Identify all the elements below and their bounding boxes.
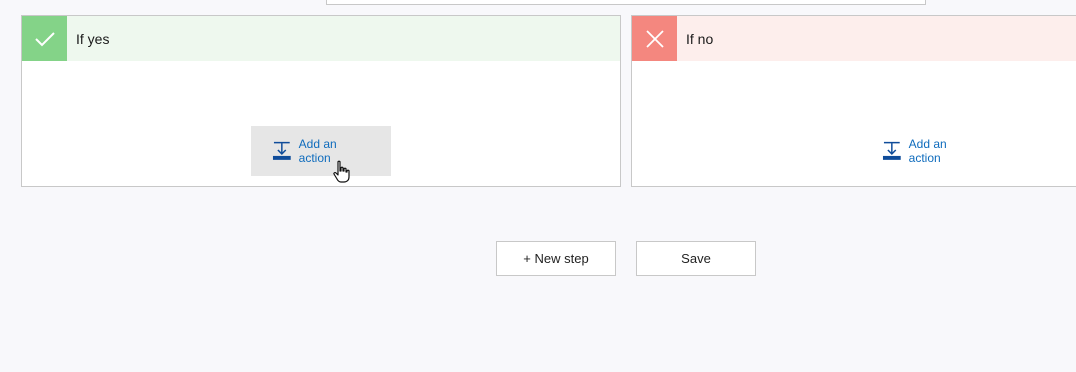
- add-action-icon: [272, 141, 291, 160]
- close-icon: [632, 16, 677, 61]
- checkmark-icon: [22, 16, 67, 61]
- if-yes-branch: If yes Add an action: [21, 15, 621, 187]
- new-step-button[interactable]: + New step: [496, 241, 616, 276]
- if-no-branch: If no Add an action: [631, 15, 1076, 187]
- if-yes-title: If yes: [76, 30, 110, 47]
- add-action-icon: [882, 141, 901, 160]
- add-action-button-no[interactable]: Add an action: [861, 126, 1001, 176]
- if-no-header[interactable]: If no: [632, 16, 1076, 61]
- save-button[interactable]: Save: [636, 241, 756, 276]
- if-no-title: If no: [686, 30, 714, 47]
- if-yes-header[interactable]: If yes: [22, 16, 620, 61]
- add-action-label: Add an action: [908, 137, 947, 165]
- flow-designer-canvas: If yes Add an action If no Add an action…: [0, 0, 1076, 372]
- add-action-button-yes[interactable]: Add an action: [251, 126, 391, 176]
- add-action-label: Add an action: [298, 137, 337, 165]
- condition-card-bottom-edge: [326, 0, 926, 5]
